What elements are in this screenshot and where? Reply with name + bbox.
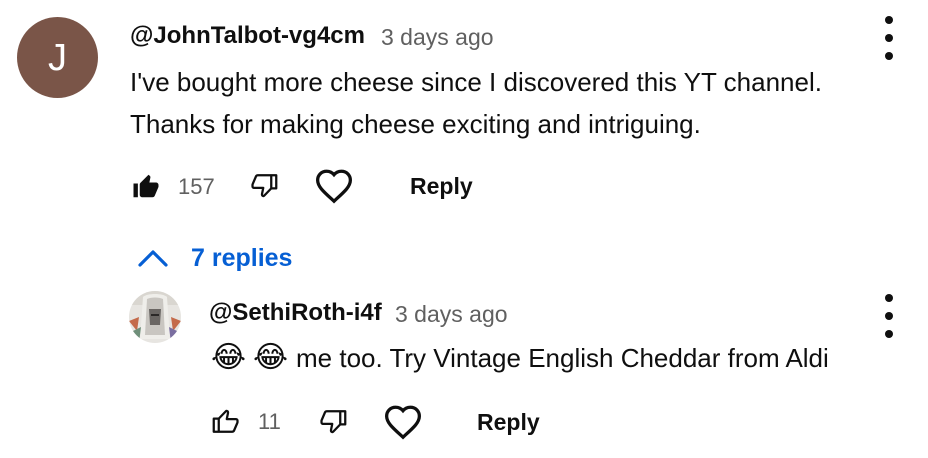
comment-text-line-2: Thanks for making cheese exciting and in…	[130, 109, 701, 139]
reply-like-count: 11	[258, 409, 281, 434]
reply-reply-button[interactable]: Reply	[477, 408, 540, 436]
reply-dislike-button[interactable]	[319, 406, 349, 438]
like-button[interactable]	[131, 170, 161, 202]
avatar[interactable]: J	[17, 17, 98, 98]
reply-avatar[interactable]	[129, 291, 181, 343]
comment-text-line-1: I've bought more cheese since I discover…	[130, 67, 822, 97]
more-vert-icon-dot	[885, 330, 893, 338]
more-vert-icon	[885, 16, 893, 24]
reply-author[interactable]: @SethiRoth-i4f	[209, 299, 382, 327]
thumbs-down-icon	[251, 174, 278, 198]
laughing-emoji: 😂	[211, 340, 247, 375]
like-count: 157	[178, 174, 215, 199]
replies-count-label: 7 replies	[191, 244, 293, 272]
dislike-button[interactable]	[250, 170, 280, 202]
heart-icon	[315, 169, 353, 204]
comment-author[interactable]: @JohnTalbot-vg4cm	[130, 22, 365, 50]
reply-heart-button[interactable]	[383, 404, 423, 440]
more-vert-icon-dot	[885, 312, 893, 320]
more-vert-icon-dot	[885, 34, 893, 42]
comment-timestamp[interactable]: 3 days ago	[381, 23, 494, 51]
reply-menu-button[interactable]	[878, 294, 900, 338]
heart-icon	[384, 405, 422, 440]
more-vert-icon-dot	[885, 52, 893, 60]
reply-button[interactable]: Reply	[410, 172, 473, 200]
replies-toggle[interactable]: 7 replies	[137, 243, 292, 273]
reply-timestamp[interactable]: 3 days ago	[395, 300, 508, 328]
reply-like-button[interactable]	[210, 404, 240, 438]
avatar-image	[129, 291, 181, 343]
comment-menu-button[interactable]	[878, 16, 900, 60]
avatar-letter: J	[48, 36, 67, 79]
thumbs-up-filled-icon	[133, 174, 159, 198]
thumbs-up-outline-icon	[212, 409, 239, 433]
thumbs-down-icon	[320, 410, 347, 434]
chevron-up-icon	[138, 250, 168, 267]
laughing-emoji: 😂	[253, 340, 289, 375]
more-vert-icon	[885, 294, 893, 302]
reply-text: me too. Try Vintage English Cheddar from…	[296, 343, 829, 373]
heart-button[interactable]	[314, 168, 354, 204]
